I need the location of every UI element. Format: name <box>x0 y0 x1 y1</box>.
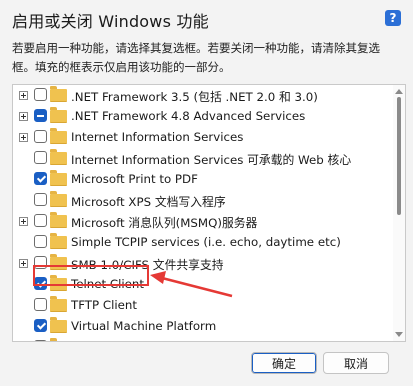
expand-icon[interactable] <box>19 217 28 226</box>
feature-checkbox[interactable] <box>34 172 47 185</box>
telnet-highlight-box <box>33 265 149 286</box>
ok-button[interactable]: 确定 <box>251 352 317 374</box>
feature-row[interactable]: Microsoft Print to PDF <box>13 169 392 190</box>
help-icon[interactable]: ? <box>385 10 401 26</box>
folder-icon <box>50 86 67 102</box>
feature-row[interactable]: Windows Identity Foundation 3.5 <box>13 337 392 341</box>
feature-label: .NET Framework 4.8 Advanced Services <box>71 109 306 123</box>
scrollbar[interactable] <box>393 85 405 341</box>
feature-row[interactable]: Simple TCPIP services (i.e. echo, daytim… <box>13 232 392 253</box>
scrollbar-thumb[interactable] <box>397 97 401 215</box>
feature-label: .NET Framework 3.5 (包括 .NET 2.0 和 3.0) <box>71 90 318 104</box>
feature-checkbox[interactable] <box>34 319 47 332</box>
folder-icon <box>50 338 57 341</box>
feature-checkbox[interactable] <box>34 235 47 248</box>
description-text: 若要启用一种功能，请选择其复选框。若要关闭一种功能，请清除其复选框。填充的框表示… <box>12 41 380 74</box>
feature-label: Microsoft 消息队列(MSMQ)服务器 <box>71 216 258 230</box>
feature-checkbox[interactable] <box>34 109 47 122</box>
features-list[interactable]: .NET Framework 3.5 (包括 .NET 2.0 和 3.0) .N… <box>12 84 406 342</box>
feature-label: Microsoft Print to PDF <box>71 172 198 186</box>
feature-row[interactable]: Internet Information Services <box>13 127 392 148</box>
feature-label: Simple TCPIP services (i.e. echo, daytim… <box>71 235 341 249</box>
feature-label: TFTP Client <box>71 298 138 312</box>
folder-icon <box>50 128 67 144</box>
feature-label: Virtual Machine Platform <box>71 319 217 333</box>
expand-icon[interactable] <box>19 259 28 268</box>
feature-checkbox[interactable] <box>34 214 47 227</box>
expand-icon[interactable] <box>19 91 28 100</box>
feature-checkbox[interactable] <box>34 130 47 143</box>
scroll-up-arrow[interactable] <box>395 89 403 94</box>
folder-icon <box>50 170 67 186</box>
folder-icon <box>50 191 67 207</box>
feature-label: Internet Information Services <box>71 130 244 144</box>
feature-row[interactable]: Virtual Machine Platform <box>13 316 392 337</box>
feature-checkbox[interactable] <box>34 88 47 101</box>
feature-label: Windows Identity Foundation 3.5 <box>71 340 265 341</box>
folder-icon <box>50 149 67 165</box>
feature-row[interactable]: Microsoft XPS 文档写入程序 <box>13 190 392 211</box>
feature-row[interactable]: TFTP Client <box>13 295 392 316</box>
feature-checkbox[interactable] <box>34 193 47 206</box>
feature-checkbox[interactable] <box>34 340 47 341</box>
expand-icon[interactable] <box>19 112 28 121</box>
folder-icon <box>50 233 67 249</box>
feature-row[interactable]: Microsoft 消息队列(MSMQ)服务器 <box>13 211 392 232</box>
dialog-title: 启用或关闭 Windows 功能 <box>12 12 209 31</box>
folder-icon <box>50 317 67 333</box>
feature-row[interactable]: Internet Information Services 可承载的 Web 核… <box>13 148 392 169</box>
cancel-button[interactable]: 取消 <box>323 352 389 374</box>
expand-icon[interactable] <box>19 133 28 142</box>
feature-checkbox[interactable] <box>34 298 47 311</box>
folder-icon <box>50 296 67 312</box>
feature-label: Microsoft XPS 文档写入程序 <box>71 195 226 209</box>
feature-row[interactable]: .NET Framework 4.8 Advanced Services <box>13 106 392 127</box>
scroll-down-arrow[interactable] <box>395 332 403 337</box>
folder-icon <box>50 212 67 228</box>
feature-checkbox[interactable] <box>34 151 47 164</box>
folder-icon <box>50 107 67 123</box>
feature-row[interactable]: .NET Framework 3.5 (包括 .NET 2.0 和 3.0) <box>13 85 392 106</box>
feature-label: Internet Information Services 可承载的 Web 核… <box>71 153 352 167</box>
